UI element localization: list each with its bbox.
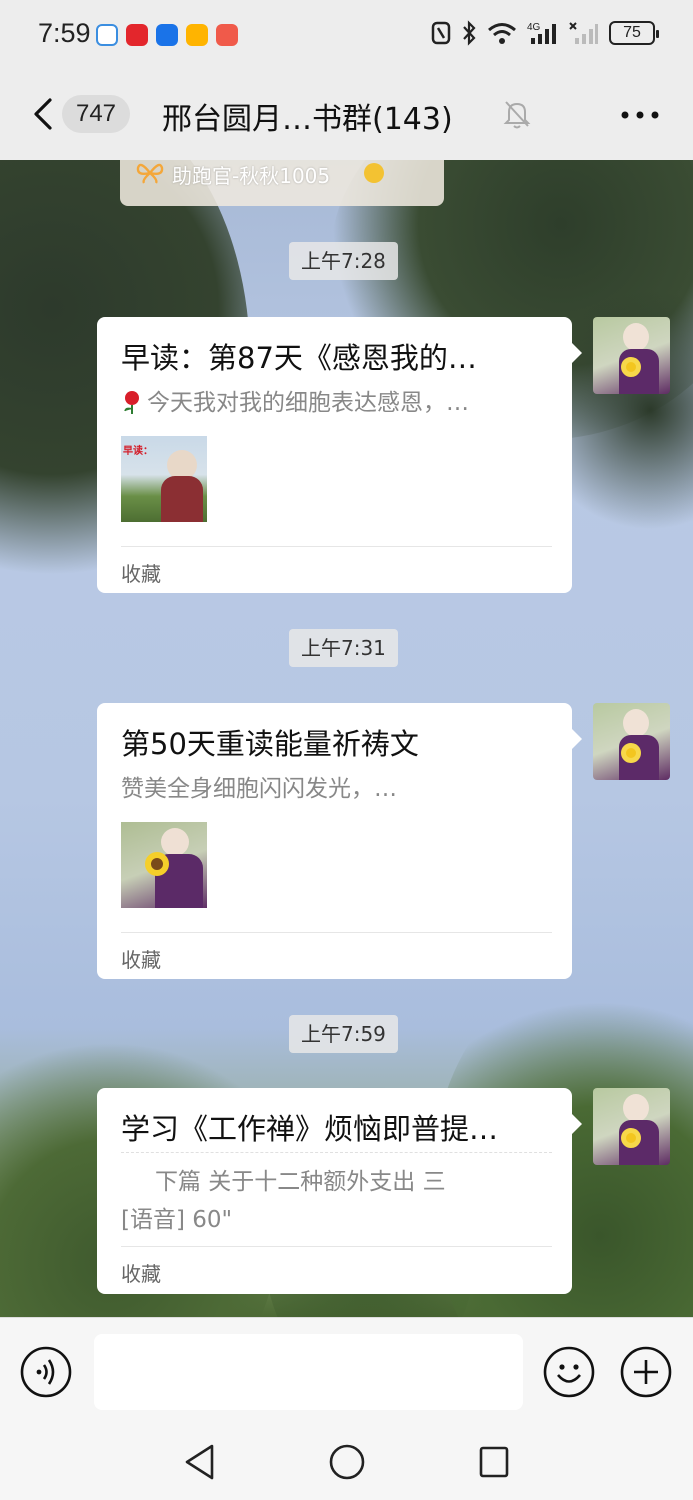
wifi-icon xyxy=(488,23,516,44)
card-source-label: 收藏 xyxy=(121,948,161,972)
status-time: 7:59 xyxy=(38,18,91,48)
card-divider xyxy=(121,546,552,547)
favorite-card-message[interactable]: 早读：第87天《感恩我的… 今天我对我的细胞表达感恩，… 早读： 收藏 xyxy=(97,317,582,593)
sender-avatar[interactable] xyxy=(593,1088,670,1165)
sunflower-icon xyxy=(621,743,641,763)
chat-header: 747 邢台圆月…书群(143) xyxy=(0,70,693,160)
plus-icon[interactable] xyxy=(620,1346,672,1398)
unread-count-badge[interactable]: 747 xyxy=(62,95,130,133)
card-title-divider xyxy=(121,1152,552,1153)
sender-avatar[interactable] xyxy=(593,703,670,780)
network-type-text: 4G xyxy=(527,22,541,33)
card-description: 下篇 关于十二种额外支出 三 xyxy=(155,1169,446,1195)
chat-title: 邢台圆月…书群(143) xyxy=(162,102,453,137)
card-thumbnail: 早读： xyxy=(121,436,207,522)
butterfly-icon xyxy=(136,163,164,184)
rose-icon xyxy=(124,391,139,414)
signal-4g-icon: 4G xyxy=(527,22,556,44)
avatar-face xyxy=(623,323,649,351)
signal-no-sim-icon xyxy=(569,22,598,44)
chat-message-list[interactable]: 助跑官-秋秋1005 上午7:28 早读：第87天《感恩我的… 今天我对我的细胞… xyxy=(0,160,693,1317)
person-figure xyxy=(161,828,189,856)
sunflower-icon xyxy=(621,357,641,377)
verified-badge-icon xyxy=(364,163,384,183)
system-home-icon[interactable] xyxy=(328,1443,366,1481)
emoji-icon[interactable] xyxy=(543,1346,595,1398)
card-source-label: 收藏 xyxy=(121,1262,161,1286)
card-source-label: 收藏 xyxy=(121,562,161,586)
avatar-face xyxy=(623,709,649,737)
system-recents-icon[interactable] xyxy=(478,1445,510,1479)
video-app-icon xyxy=(186,24,208,46)
favorite-card-message[interactable]: 第50天重读能量祈祷文 赞美全身细胞闪闪发光，… 收藏 xyxy=(97,703,582,979)
message-text-input[interactable] xyxy=(94,1334,523,1410)
card-voice-note: [语音] 60" xyxy=(121,1207,233,1233)
previous-sender-name: 助跑官-秋秋1005 xyxy=(172,164,331,188)
system-navigation-bar xyxy=(0,1427,693,1500)
card-thumbnail xyxy=(121,822,207,908)
battery-indicator: 75 xyxy=(609,21,659,45)
card-description: 赞美全身细胞闪闪发光，… xyxy=(121,776,397,802)
weather-app-icon xyxy=(96,24,118,46)
message-input-bar xyxy=(0,1317,693,1427)
card-divider xyxy=(121,932,552,933)
system-back-icon[interactable] xyxy=(182,1443,216,1481)
person-figure xyxy=(161,476,203,522)
message-timestamp: 上午7:31 xyxy=(289,629,398,667)
mute-bell-icon xyxy=(503,101,531,129)
previous-message-card[interactable]: 助跑官-秋秋1005 xyxy=(120,160,444,206)
card-title: 早读：第87天《感恩我的… xyxy=(121,341,477,375)
heart-app-icon xyxy=(216,24,238,46)
status-indicators: 4G 75 xyxy=(431,20,659,46)
message-timestamp: 上午7:28 xyxy=(289,242,398,280)
avatar-face xyxy=(623,1094,649,1122)
nfc-icon xyxy=(431,21,451,45)
sunflower-icon xyxy=(621,1128,641,1148)
more-options-icon[interactable] xyxy=(620,110,660,120)
card-divider xyxy=(121,1246,552,1247)
card-description-text: 今天我对我的细胞表达感恩，… xyxy=(147,390,469,416)
status-app-icons xyxy=(96,24,238,46)
back-arrow-icon[interactable] xyxy=(28,94,58,134)
card-title: 第50天重读能量祈祷文 xyxy=(121,727,419,761)
card-title: 学习《工作禅》烦恼即普提… xyxy=(121,1112,499,1146)
message-timestamp: 上午7:59 xyxy=(289,1015,398,1053)
thumbnail-caption: 早读： xyxy=(123,446,153,457)
voice-input-icon[interactable] xyxy=(20,1346,72,1398)
shopping-app-icon xyxy=(126,24,148,46)
sender-avatar[interactable] xyxy=(593,317,670,394)
favorite-card-message[interactable]: 学习《工作禅》烦恼即普提… 下篇 关于十二种额外支出 三 [语音] 60" 收藏 xyxy=(97,1088,582,1294)
bluetooth-icon xyxy=(463,20,476,46)
sunflower-icon xyxy=(145,852,169,876)
alipay-app-icon xyxy=(156,24,178,46)
card-description: 今天我对我的细胞表达感恩，… xyxy=(121,383,541,417)
status-bar: 7:59 4G 75 xyxy=(0,0,693,70)
